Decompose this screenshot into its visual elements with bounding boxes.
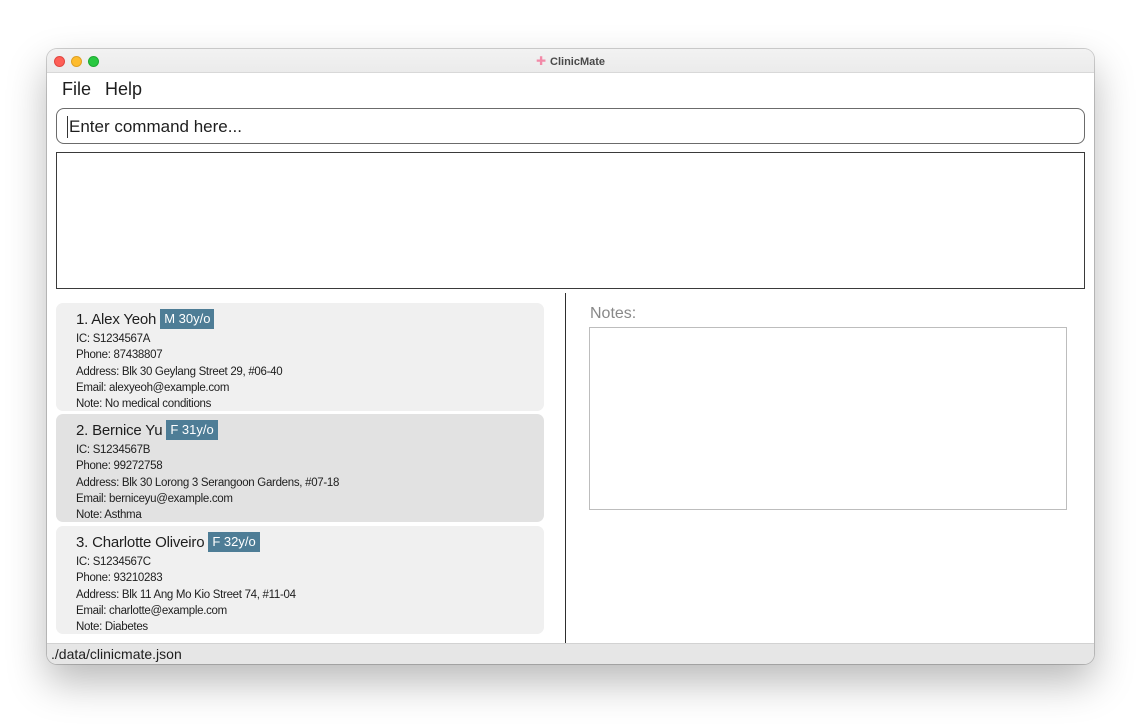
patient-badge: M 30y/o [160, 309, 215, 329]
file-path-status: ./data/clinicmate.json [51, 646, 182, 662]
command-input[interactable] [67, 116, 1057, 138]
patient-card[interactable]: 3. Charlotte Oliveiro F 32y/o IC: S12345… [56, 526, 544, 634]
patient-address: Address: Blk 11 Ang Mo Kio Street 74, #1… [76, 588, 296, 601]
patient-badge: F 32y/o [208, 532, 260, 552]
patient-note: Note: No medical conditions [76, 398, 212, 411]
plus-icon: ✚ [535, 54, 547, 68]
patient-card[interactable]: 2. Bernice Yu F 31y/o IC: S1234567B Phon… [56, 414, 544, 522]
patient-phone: Phone: 99272758 [76, 460, 163, 473]
patient-name: 3. Charlotte Oliveiro [76, 533, 205, 551]
patient-badge: F 31y/o [166, 420, 218, 440]
title-bar: ✚ ClinicMate [47, 49, 1094, 73]
menu-bar: File Help [47, 74, 1094, 104]
patient-email: Email: berniceyu@example.com [76, 492, 233, 505]
notes-label: Notes: [590, 305, 637, 322]
patient-address: Address: Blk 30 Lorong 3 Serangoon Garde… [76, 476, 340, 489]
patient-list-scrollbar[interactable] [554, 304, 556, 639]
patient-name: 1. Alex Yeoh [76, 310, 157, 328]
command-box [56, 108, 1085, 144]
patient-note: Note: Asthma [76, 509, 142, 522]
patient-phone: Phone: 87438807 [76, 349, 163, 362]
window-title-area: ✚ ClinicMate [47, 54, 1094, 68]
menu-file[interactable]: File [62, 79, 91, 100]
patient-address: Address: Blk 30 Geylang Street 29, #06-4… [76, 365, 283, 378]
menu-help[interactable]: Help [105, 79, 142, 100]
patient-email: Email: charlotte@example.com [76, 604, 227, 617]
patient-name: 2. Bernice Yu [76, 421, 163, 439]
patient-card[interactable]: 1. Alex Yeoh M 30y/o IC: S1234567A Phone… [56, 303, 544, 411]
patient-phone: Phone: 93210283 [76, 572, 163, 585]
patient-ic: IC: S1234567B [76, 444, 151, 456]
status-bar: ./data/clinicmate.json [47, 643, 1094, 664]
app-window: ✚ClinicMate File Help 1. Alex Yeoh M 30y… [47, 49, 1094, 664]
window-title: ClinicMate [550, 56, 606, 68]
patient-list[interactable]: 1. Alex Yeoh M 30y/o IC: S1234567A Phone… [56, 301, 556, 641]
result-display[interactable] [56, 152, 1085, 289]
patient-ic: IC: S1234567C [76, 556, 151, 568]
notes-area[interactable] [589, 327, 1067, 510]
patient-email: Email: alexyeoh@example.com [76, 381, 230, 394]
patient-ic: IC: S1234567A [76, 333, 151, 345]
patient-note: Note: Diabetes [76, 621, 148, 634]
patient-card-header: 3. Charlotte Oliveiro F 32y/o [76, 532, 544, 552]
patient-card-header: 1. Alex Yeoh M 30y/o [76, 309, 544, 329]
patient-card-header: 2. Bernice Yu F 31y/o [76, 420, 544, 440]
panel-divider[interactable] [565, 293, 566, 643]
